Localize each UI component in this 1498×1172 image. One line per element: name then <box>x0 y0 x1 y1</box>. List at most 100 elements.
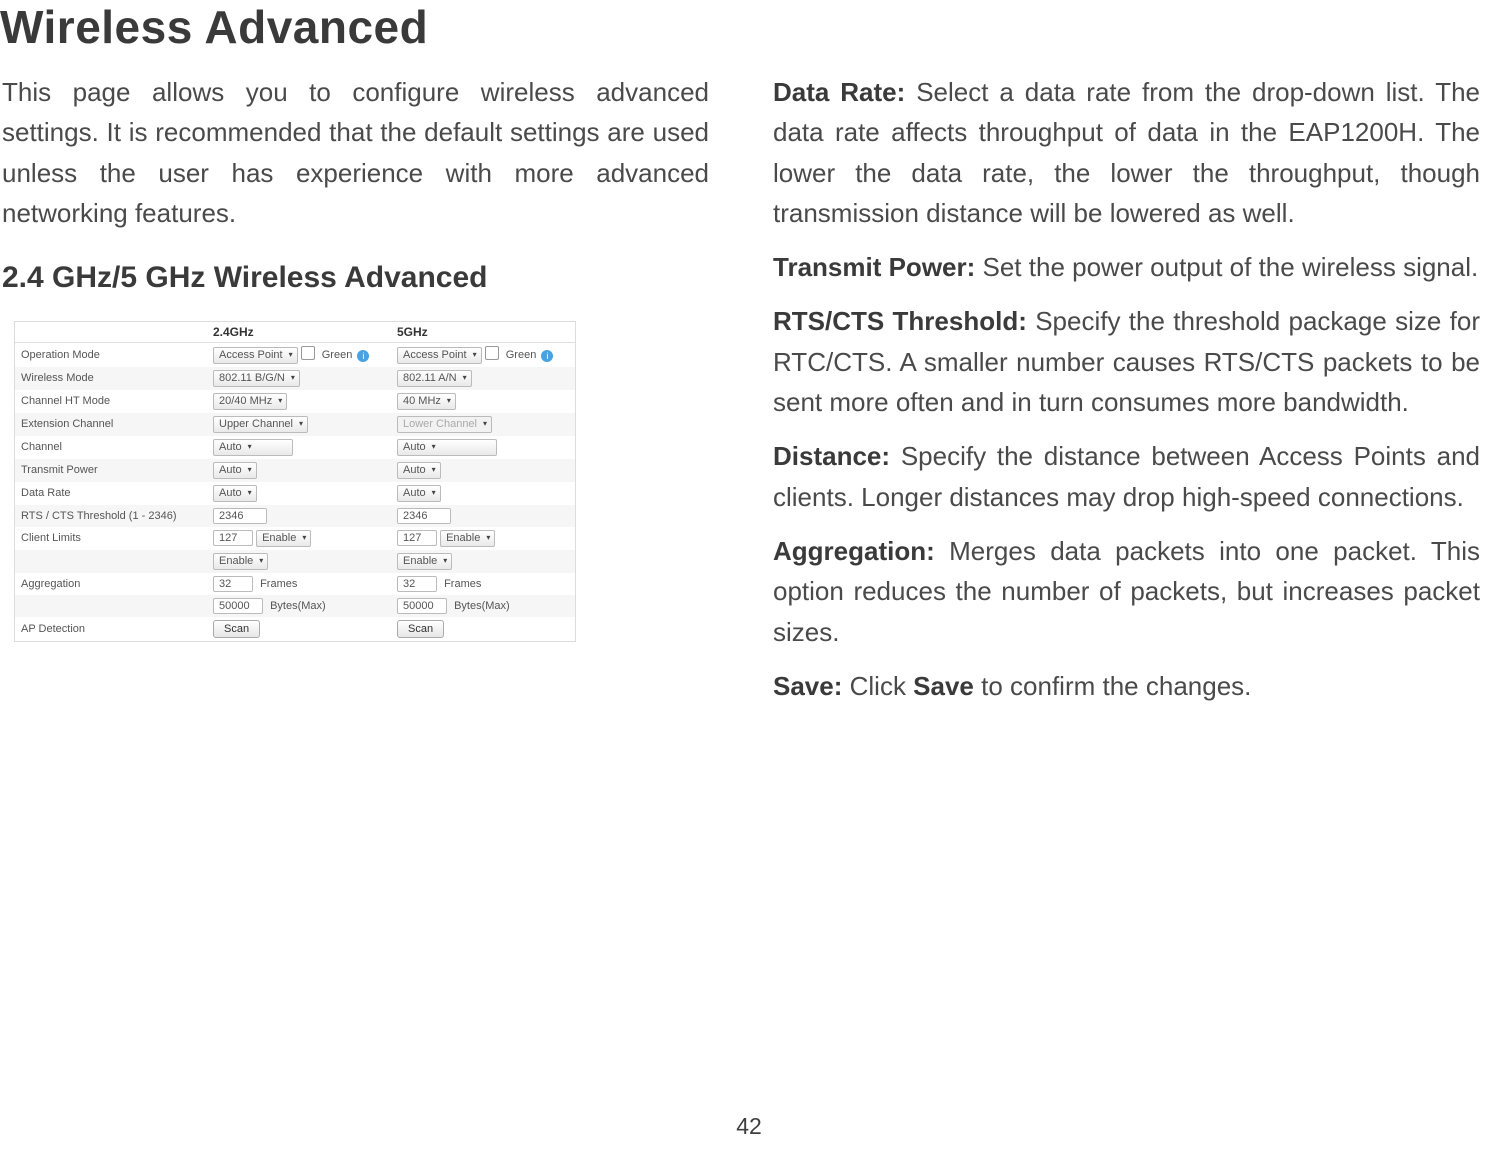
label-ap-detection: AP Detection <box>15 617 207 641</box>
label-extension-channel: Extension Channel <box>15 413 207 436</box>
label-data-rate: Data Rate <box>15 482 207 505</box>
def-rts-cts: RTS/CTS Threshold: Specify the threshold… <box>773 301 1480 422</box>
channel-ht-5-select[interactable]: 40 MHz▾ <box>397 393 456 410</box>
client-limits-5-enable[interactable]: Enable▾ <box>440 530 495 547</box>
channel-5-select[interactable]: Auto ▾ <box>397 439 497 456</box>
bytes-unit-24: Bytes(Max) <box>270 600 326 612</box>
channel-24-select[interactable]: Auto▾ <box>213 439 293 456</box>
def-aggregation: Aggregation: Merges data packets into on… <box>773 531 1480 652</box>
ext-channel-24-value: Upper Channel <box>219 418 293 430</box>
ext-channel-5-value: Lower Channel <box>403 418 477 430</box>
intro-paragraph: This page allows you to configure wirele… <box>2 72 709 233</box>
chevron-down-icon: ▾ <box>289 351 293 359</box>
settings-screenshot: 2.4GHz 5GHz Operation Mode Access Point … <box>14 321 576 642</box>
row-transmit-power: Transmit Power Auto▾ Auto▾ <box>15 459 575 482</box>
chevron-down-icon: ▾ <box>432 489 436 497</box>
row-data-rate: Data Rate Auto▾ Auto▾ <box>15 482 575 505</box>
operation-mode-5-value: Access Point <box>403 349 467 361</box>
aggregation-5-enable[interactable]: Enable▾ <box>397 553 452 570</box>
row-aggregation-bytes: 50000 Bytes(Max) 50000 Bytes(Max) <box>15 595 575 617</box>
term-transmit-power: Transmit Power: <box>773 252 975 282</box>
green-5-checkbox[interactable] <box>485 346 499 360</box>
operation-mode-24-select[interactable]: Access Point ▾ <box>213 347 298 364</box>
info-icon[interactable]: i <box>541 350 553 362</box>
label-operation-mode: Operation Mode <box>15 343 207 367</box>
chevron-down-icon: ▾ <box>302 534 306 542</box>
col-header-5ghz: 5GHz <box>391 322 575 343</box>
term-distance: Distance: <box>773 441 890 471</box>
wireless-mode-5-select[interactable]: 802.11 A/N▾ <box>397 370 472 387</box>
frames-unit-24: Frames <box>260 578 297 590</box>
left-column: This page allows you to configure wirele… <box>2 72 709 720</box>
scan-24-button[interactable]: Scan <box>213 620 260 638</box>
data-rate-5-value: Auto <box>403 487 426 499</box>
client-limits-24-input[interactable]: 127 <box>213 530 253 546</box>
right-column: Data Rate: Select a data rate from the d… <box>773 72 1480 720</box>
ext-channel-24-select[interactable]: Upper Channel ▾ <box>213 416 308 433</box>
label-client-limits: Client Limits <box>15 527 207 550</box>
row-aggregation-enable: Enable▾ Enable▾ <box>15 550 575 573</box>
label-wireless-mode: Wireless Mode <box>15 367 207 390</box>
aggregation-5-frames-input[interactable]: 32 <box>397 576 437 592</box>
chevron-down-icon: ▾ <box>299 420 303 428</box>
chevron-down-icon: ▾ <box>432 443 436 451</box>
col-header-24ghz: 2.4GHz <box>207 322 391 343</box>
row-extension-channel: Extension Channel Upper Channel ▾ Lower C… <box>15 413 575 436</box>
channel-24-value: Auto <box>219 441 242 453</box>
scan-5-button[interactable]: Scan <box>397 620 444 638</box>
def-transmit-power: Transmit Power: Set the power output of … <box>773 247 1480 287</box>
info-icon[interactable]: i <box>357 350 369 362</box>
green-5-label: Green <box>506 349 537 361</box>
channel-5-value: Auto <box>403 441 426 453</box>
rts-5-input[interactable]: 2346 <box>397 508 451 524</box>
text-transmit-power: Set the power output of the wireless sig… <box>975 252 1478 282</box>
bytes-unit-5: Bytes(Max) <box>454 600 510 612</box>
label-rts-cts: RTS / CTS Threshold (1 - 2346) <box>15 505 207 527</box>
text-save-post: to confirm the changes. <box>974 671 1251 701</box>
client-limits-24-enable[interactable]: Enable ▾ <box>256 530 311 547</box>
operation-mode-24-value: Access Point <box>219 349 283 361</box>
label-channel-ht-mode: Channel HT Mode <box>15 390 207 413</box>
term-rts-cts: RTS/CTS Threshold: <box>773 306 1027 336</box>
client-limits-5-input[interactable]: 127 <box>397 530 437 546</box>
chevron-down-icon: ▾ <box>463 374 467 382</box>
term-aggregation: Aggregation: <box>773 536 935 566</box>
green-24-label: Green <box>322 349 353 361</box>
transmit-power-24-value: Auto <box>219 464 242 476</box>
aggregation-24-frames-input[interactable]: 32 <box>213 576 253 592</box>
section-heading: 2.4 GHz/5 GHz Wireless Advanced <box>2 261 709 295</box>
row-aggregation-frames: Aggregation 32 Frames 32 Frames <box>15 573 575 595</box>
data-rate-24-select[interactable]: Auto▾ <box>213 485 257 502</box>
transmit-power-5-select[interactable]: Auto▾ <box>397 462 441 479</box>
data-rate-5-select[interactable]: Auto ▾ <box>397 485 441 502</box>
operation-mode-5-select[interactable]: Access Point ▾ <box>397 347 482 364</box>
green-24-checkbox[interactable] <box>301 346 315 360</box>
chevron-down-icon: ▾ <box>248 489 252 497</box>
rts-24-input[interactable]: 2346 <box>213 508 267 524</box>
aggregation-5-enable-value: Enable <box>403 555 437 567</box>
aggregation-24-enable[interactable]: Enable▾ <box>213 553 268 570</box>
wireless-mode-24-select[interactable]: 802.11 B/G/N▾ <box>213 370 300 387</box>
transmit-power-24-select[interactable]: Auto▾ <box>213 462 257 479</box>
chevron-down-icon: ▾ <box>291 374 295 382</box>
frames-unit-5: Frames <box>444 578 481 590</box>
label-transmit-power: Transmit Power <box>15 459 207 482</box>
chevron-down-icon: ▾ <box>447 397 451 405</box>
chevron-down-icon: ▾ <box>483 420 487 428</box>
client-limits-24-enable-value: Enable <box>262 532 296 544</box>
page-title: Wireless Advanced <box>0 0 1498 54</box>
row-channel: Channel Auto▾ Auto▾ <box>15 436 575 459</box>
term-save-bold: Save <box>913 671 974 701</box>
page-number: 42 <box>0 1113 1498 1140</box>
row-operation-mode: Operation Mode Access Point ▾ Green i <box>15 343 575 367</box>
label-channel: Channel <box>15 436 207 459</box>
row-channel-ht-mode: Channel HT Mode 20/40 MHz▾ 40 MHz▾ <box>15 390 575 413</box>
channel-ht-24-select[interactable]: 20/40 MHz▾ <box>213 393 287 410</box>
chevron-down-icon: ▾ <box>259 557 263 565</box>
text-save-pre: Click <box>842 671 913 701</box>
aggregation-24-bytes-input[interactable]: 50000 <box>213 598 263 614</box>
row-wireless-mode: Wireless Mode 802.11 B/G/N▾ 802.11 A/N▾ <box>15 367 575 390</box>
aggregation-5-bytes-input[interactable]: 50000 <box>397 598 447 614</box>
def-distance: Distance: Specify the distance between A… <box>773 436 1480 517</box>
def-save: Save: Click Save to confirm the changes. <box>773 666 1480 706</box>
